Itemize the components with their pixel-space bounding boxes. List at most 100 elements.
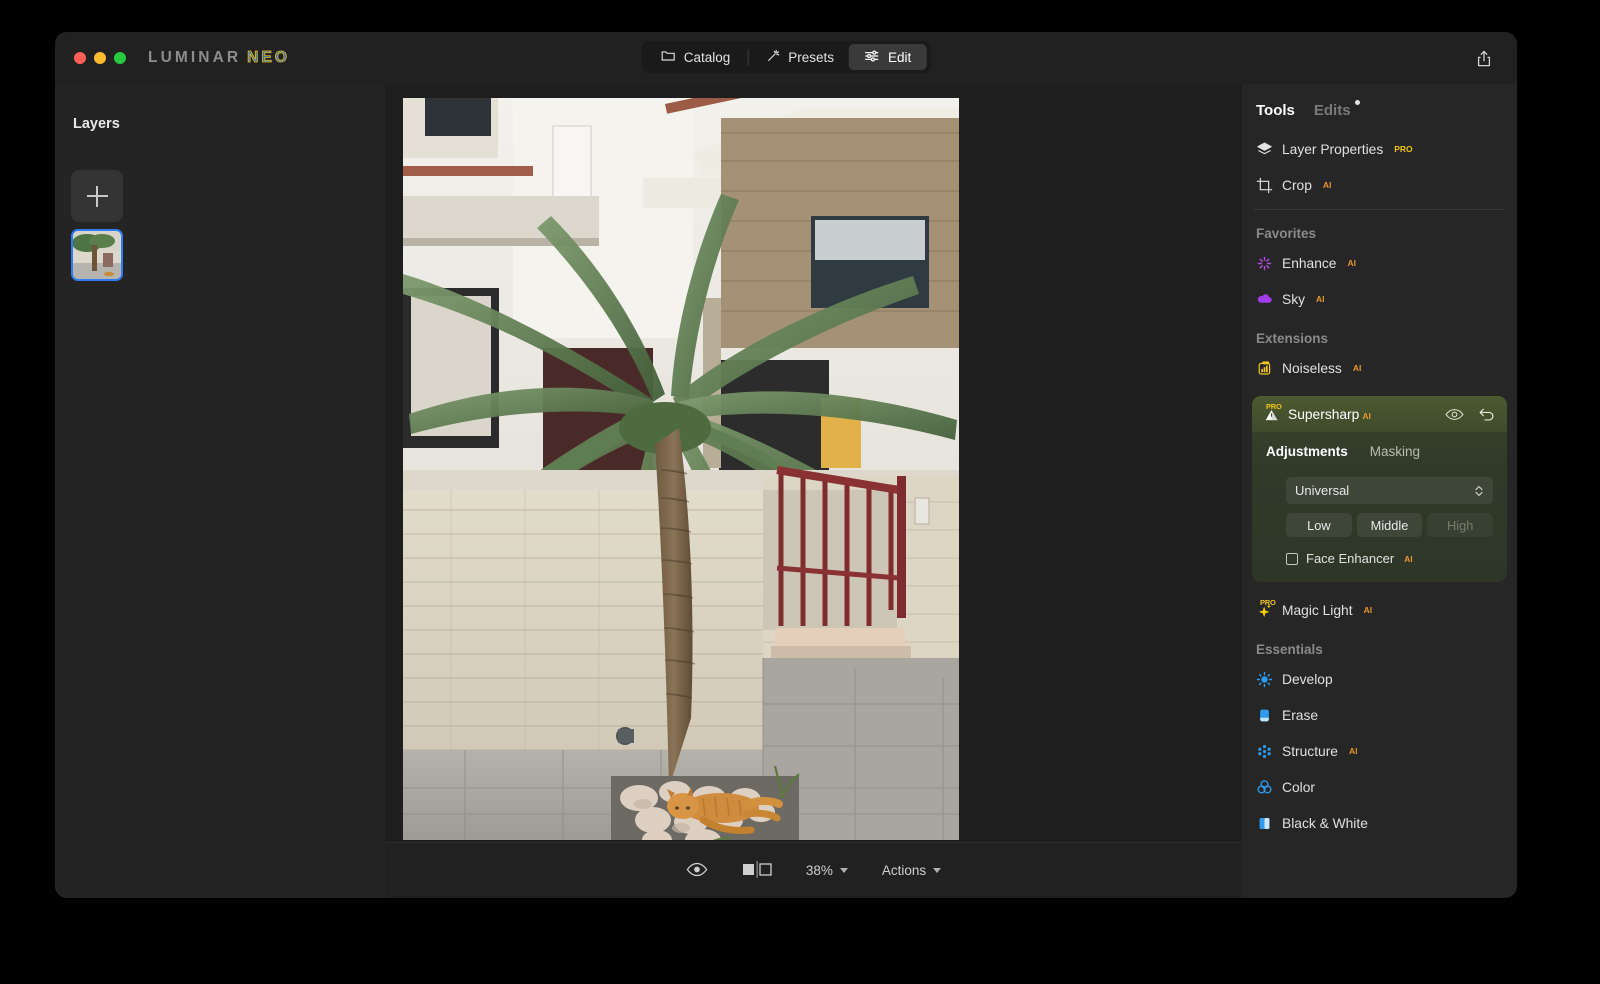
supersharp-model-select[interactable]: Universal <box>1286 477 1493 504</box>
tools-divider <box>1254 209 1505 210</box>
share-icon[interactable] <box>1473 48 1495 70</box>
title-bar: LUMINAR NEO Catalog Presets Edit <box>55 32 1517 84</box>
bw-icon <box>1256 815 1273 832</box>
ai-badge: AI <box>1348 746 1358 756</box>
tool-noiseless[interactable]: Noiseless AI <box>1242 350 1517 386</box>
cloud-icon <box>1256 291 1273 308</box>
tool-sky-label: Sky <box>1282 291 1305 307</box>
supersharp-triangle-icon: PRO <box>1263 402 1282 423</box>
edited-photo <box>403 98 959 840</box>
traffic-lights <box>74 52 126 64</box>
before-after-icon <box>742 860 772 881</box>
tool-erase[interactable]: Erase <box>1242 697 1517 733</box>
tool-magic-light-label: Magic Light <box>1282 602 1353 618</box>
section-extensions-label: Extensions <box>1256 331 1329 346</box>
bottom-toolbar: 38% Actions <box>385 842 1242 898</box>
canvas-area <box>385 84 1242 898</box>
supersharp-panel: PRO Supersharp AI Adjustments Masking Un… <box>1252 396 1507 582</box>
before-after-button[interactable] <box>742 860 772 881</box>
add-layer-button[interactable] <box>71 170 123 222</box>
face-enhancer-checkbox[interactable]: Face Enhancer AI <box>1286 551 1507 566</box>
layers-panel: Layers <box>55 84 385 898</box>
enhance-sparkle-icon <box>1256 255 1273 272</box>
chevron-down-icon <box>933 868 942 873</box>
tab-edits[interactable]: Edits <box>1313 100 1360 119</box>
segment-high[interactable]: High <box>1427 513 1494 537</box>
app-logo: LUMINAR NEO <box>148 49 290 67</box>
eraser-icon <box>1256 707 1273 724</box>
toggle-preview-button[interactable] <box>686 862 708 880</box>
zoom-level-value: 38% <box>805 863 833 878</box>
supersharp-name: Supersharp <box>1288 406 1360 422</box>
tab-edit-label: Edit <box>888 49 912 65</box>
layers-icon <box>1256 141 1273 158</box>
tool-color-label: Color <box>1282 779 1315 795</box>
ai-badge: AI <box>1322 180 1332 190</box>
ai-badge: AI <box>1362 410 1371 421</box>
tool-noiseless-label: Noiseless <box>1282 360 1342 376</box>
supersharp-tab-masking[interactable]: Masking <box>1370 444 1420 459</box>
zoom-level-dropdown[interactable]: 38% <box>806 863 848 878</box>
section-essentials-label: Essentials <box>1256 642 1323 657</box>
tool-sky[interactable]: Sky AI <box>1242 281 1517 317</box>
minimize-button[interactable] <box>94 52 106 64</box>
tool-enhance[interactable]: Enhance AI <box>1242 245 1517 281</box>
tab-catalog[interactable]: Catalog <box>646 44 746 70</box>
crop-icon <box>1256 177 1273 194</box>
ai-badge: AI <box>1352 363 1362 373</box>
tab-separator <box>747 48 749 66</box>
close-button[interactable] <box>74 52 86 64</box>
tool-erase-label: Erase <box>1282 707 1319 723</box>
tool-structure[interactable]: Structure AI <box>1242 733 1517 769</box>
tab-presets[interactable]: Presets <box>750 44 849 70</box>
tool-structure-label: Structure <box>1282 743 1338 759</box>
noiseless-icon <box>1256 360 1273 377</box>
supersharp-visibility-toggle[interactable] <box>1444 404 1464 424</box>
magic-wand-icon <box>765 48 780 66</box>
pro-badge: PRO <box>1394 144 1413 154</box>
tool-develop[interactable]: Develop <box>1242 661 1517 697</box>
tool-black-and-white-label: Black & White <box>1282 815 1368 831</box>
edits-indicator-dot <box>1354 100 1360 105</box>
layer-thumbnail[interactable] <box>71 229 123 281</box>
actions-dropdown[interactable]: Actions <box>881 863 942 878</box>
sun-icon <box>1256 671 1273 688</box>
tools-panel-header: Tools Edits <box>1242 84 1517 119</box>
tab-catalog-label: Catalog <box>683 49 731 65</box>
magic-light-icon: PRO <box>1256 598 1276 619</box>
tool-black-and-white[interactable]: Black & White <box>1242 805 1517 841</box>
segment-low[interactable]: Low <box>1286 513 1352 537</box>
zoom-button[interactable] <box>114 52 126 64</box>
segment-middle[interactable]: Middle <box>1356 513 1423 537</box>
ai-badge: AI <box>1363 605 1373 615</box>
supersharp-reset-button[interactable] <box>1476 404 1496 424</box>
checkbox-box <box>1286 552 1298 565</box>
supersharp-title: Supersharp AI <box>1288 407 1371 422</box>
tab-edit[interactable]: Edit <box>849 44 927 70</box>
actions-label: Actions <box>881 863 927 878</box>
tool-layer-properties-label: Layer Properties <box>1282 141 1384 157</box>
tab-edits-label: Edits <box>1313 102 1351 119</box>
tool-magic-light[interactable]: PRO Magic Light AI <box>1242 592 1517 628</box>
tool-enhance-label: Enhance <box>1282 255 1337 271</box>
sliders-icon <box>864 48 880 67</box>
ai-badge: AI <box>1347 258 1356 268</box>
supersharp-model-value: Universal <box>1295 483 1350 498</box>
photo-frame[interactable] <box>403 98 959 840</box>
supersharp-strength-segments: Low Middle High <box>1286 513 1494 537</box>
color-rings-icon <box>1256 779 1273 796</box>
supersharp-header[interactable]: PRO Supersharp AI <box>1252 396 1507 432</box>
tool-crop-label: Crop <box>1282 177 1312 193</box>
tool-color[interactable]: Color <box>1242 769 1517 805</box>
ai-badge: AI <box>1316 294 1325 304</box>
tool-crop[interactable]: Crop AI <box>1242 167 1517 203</box>
brand-luminar: LUMINAR <box>148 49 242 66</box>
tab-presets-label: Presets <box>788 49 835 65</box>
mode-tabs: Catalog Presets Edit <box>641 41 931 73</box>
supersharp-tabs: Adjustments Masking <box>1252 432 1507 459</box>
tab-tools[interactable]: Tools <box>1256 102 1295 119</box>
eye-icon <box>686 862 708 880</box>
supersharp-tab-adjustments[interactable]: Adjustments <box>1266 444 1348 459</box>
tool-layer-properties[interactable]: Layer Properties PRO <box>1242 131 1517 167</box>
chevron-down-icon <box>839 868 848 873</box>
